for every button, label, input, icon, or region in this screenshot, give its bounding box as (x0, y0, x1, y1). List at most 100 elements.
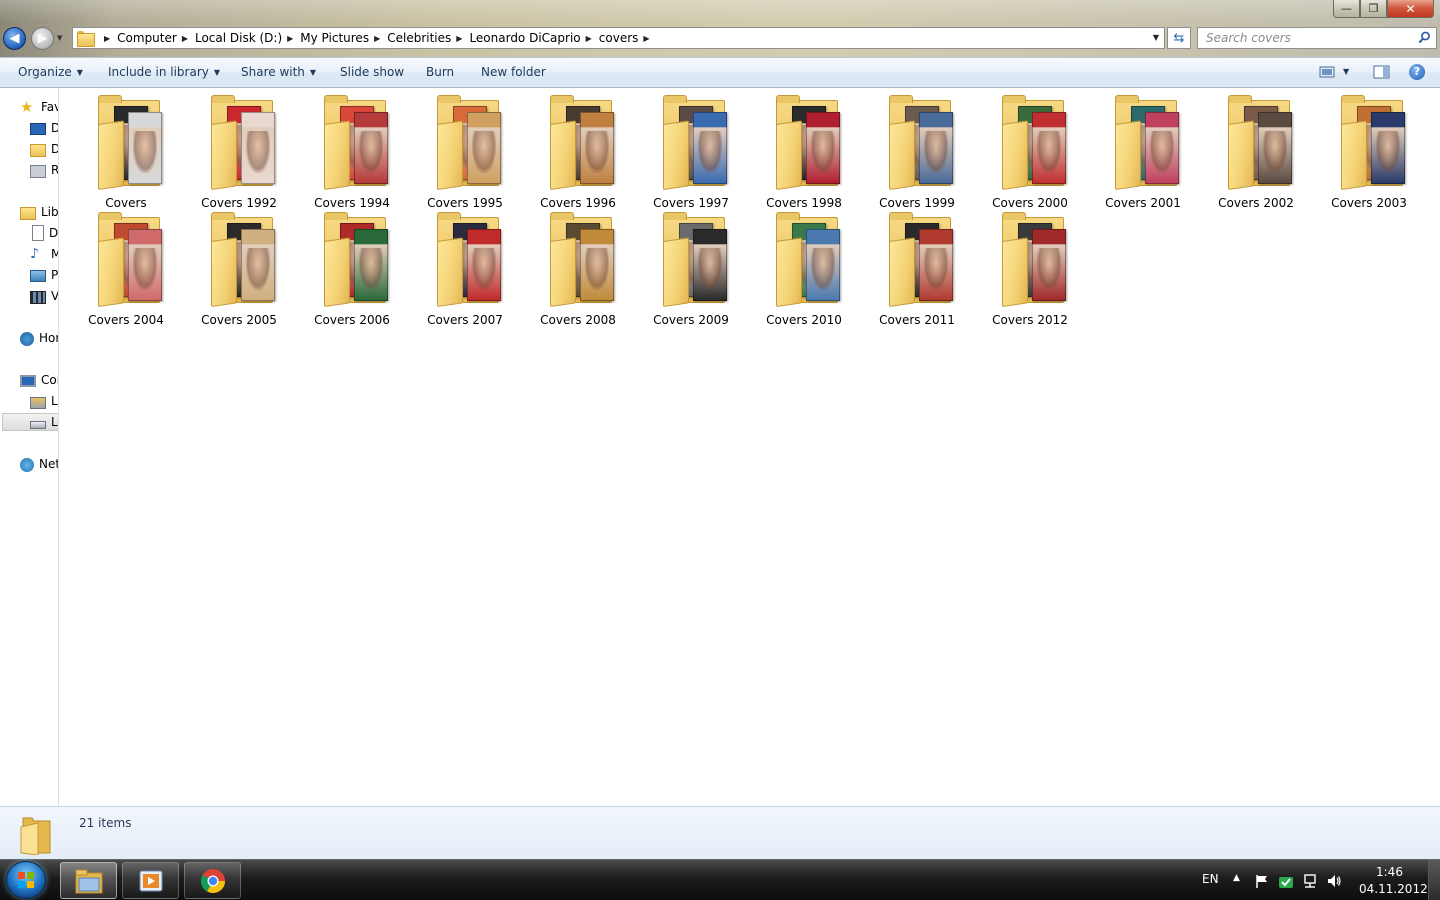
folder-icon (548, 212, 620, 311)
breadcrumb-separator-icon[interactable]: ▶ (586, 34, 592, 43)
show-desktop-button[interactable] (1428, 860, 1440, 900)
folder-item[interactable]: Covers 1997 (637, 92, 745, 210)
taskbar-media-player-button[interactable] (122, 862, 179, 899)
folder-item[interactable]: Covers 1994 (298, 92, 406, 210)
search-input[interactable]: Search covers (1197, 27, 1437, 49)
search-placeholder: Search covers (1206, 31, 1291, 45)
folder-icon (209, 95, 281, 194)
breadcrumb-celebrities[interactable]: Celebrities (387, 31, 451, 45)
nav-pictures[interactable]: Pictures (30, 266, 58, 284)
nav-downloads[interactable]: Downloads (30, 140, 58, 158)
taskbar: EN ▲ 1:46 04.11.2012 (0, 859, 1440, 900)
nav-local-disk-c[interactable]: Local Disk (C:) (30, 392, 58, 410)
nav-favorites[interactable]: ★ Favorites (20, 98, 58, 116)
back-button[interactable]: ◀ (3, 27, 26, 50)
breadcrumb-covers[interactable]: covers (599, 31, 639, 45)
folder-label: Covers 2005 (201, 313, 277, 327)
folder-item[interactable]: Covers (72, 92, 180, 210)
folder-item[interactable]: Covers 2002 (1202, 92, 1310, 210)
breadcrumb-computer[interactable]: Computer (117, 31, 177, 45)
nav-pictures-label: Pictures (51, 268, 58, 282)
nav-desktop[interactable]: Desktop (30, 119, 58, 137)
breadcrumb-leonardo-dicaprio[interactable]: Leonardo DiCaprio (469, 31, 580, 45)
item-count: 21 items (79, 816, 132, 830)
recent-pages-dropdown[interactable]: ▼ (57, 34, 67, 44)
view-options-dropdown[interactable]: ▼ (1343, 67, 1349, 76)
taskbar-explorer-button[interactable] (60, 862, 117, 899)
action-center-flag-icon[interactable] (1254, 873, 1270, 889)
forward-button[interactable]: ▶ (31, 27, 54, 50)
folder-item[interactable]: Covers 2010 (750, 209, 858, 327)
drive-icon (30, 420, 46, 429)
address-history-dropdown[interactable]: ▼ (1153, 33, 1159, 42)
desktop-icon (30, 123, 46, 135)
folder-item[interactable]: Covers 2001 (1089, 92, 1197, 210)
network-icon (20, 457, 34, 472)
folder-item[interactable]: Covers 2003 (1315, 92, 1423, 210)
details-pane: 21 items (0, 806, 1440, 859)
folder-icon (548, 95, 620, 194)
folder-icon (1113, 95, 1185, 194)
breadcrumb-separator-icon[interactable]: ▶ (287, 34, 293, 43)
breadcrumb-separator-icon[interactable]: ▶ (643, 34, 649, 43)
change-view-icon[interactable] (1319, 64, 1335, 80)
breadcrumb-local-disk-d[interactable]: Local Disk (D:) (195, 31, 282, 45)
new-folder-button[interactable]: New folder (481, 65, 546, 79)
folder-label: Covers 1994 (314, 196, 390, 210)
breadcrumb-separator-icon[interactable]: ▶ (182, 34, 188, 43)
folder-label: Covers 2012 (992, 313, 1068, 327)
folder-item[interactable]: Covers 2011 (863, 209, 971, 327)
include-in-library-button[interactable]: Include in library ▼ (108, 65, 220, 79)
nav-documents[interactable]: Documents (30, 224, 58, 242)
folder-item[interactable]: Covers 1995 (411, 92, 519, 210)
breadcrumb-separator-icon[interactable]: ▶ (104, 34, 110, 43)
folder-icon (887, 212, 959, 311)
network-status-icon[interactable] (1302, 873, 1318, 889)
folder-item[interactable]: Covers 2000 (976, 92, 1084, 210)
volume-icon[interactable] (1326, 873, 1342, 889)
folder-item[interactable]: Covers 1992 (185, 92, 293, 210)
clock-time[interactable]: 1:46 (1376, 865, 1403, 879)
folder-item[interactable]: Covers 1999 (863, 92, 971, 210)
sync-status-icon[interactable] (1278, 873, 1294, 889)
nav-network[interactable]: Network (20, 455, 58, 473)
folder-item[interactable]: Covers 2008 (524, 209, 632, 327)
chevron-down-icon: ▼ (57, 34, 63, 42)
folder-item[interactable]: Covers 1996 (524, 92, 632, 210)
folder-item[interactable]: Covers 2006 (298, 209, 406, 327)
organize-button[interactable]: Organize ▼ (18, 65, 83, 79)
folder-item[interactable]: Covers 2007 (411, 209, 519, 327)
nav-recent-places[interactable]: Recent Places (30, 161, 58, 179)
minimize-button[interactable]: — (1333, 0, 1360, 18)
slide-show-button[interactable]: Slide show (340, 65, 404, 79)
search-icon[interactable] (1418, 31, 1431, 44)
address-bar[interactable]: ▶ Computer ▶ Local Disk (D:) ▶ My Pictur… (72, 27, 1165, 49)
breadcrumb-separator-icon[interactable]: ▶ (456, 34, 462, 43)
breadcrumb-my-pictures[interactable]: My Pictures (300, 31, 369, 45)
breadcrumb-separator-icon[interactable]: ▶ (374, 34, 380, 43)
show-hidden-icons-button[interactable]: ▲ (1233, 873, 1240, 883)
folder-item[interactable]: Covers 2005 (185, 209, 293, 327)
preview-pane-icon[interactable] (1373, 64, 1390, 80)
start-button[interactable] (6, 861, 46, 899)
file-list[interactable]: Covers Covers 1992 Covers 1994 Covers 1995 C… (60, 88, 1440, 806)
language-indicator[interactable]: EN (1202, 872, 1219, 886)
help-button[interactable]: ? (1409, 64, 1425, 80)
burn-button[interactable]: Burn (426, 65, 454, 79)
nav-computer[interactable]: Computer (20, 371, 58, 389)
nav-videos[interactable]: Videos (30, 287, 58, 305)
nav-local-disk-d[interactable]: Local Disk (D:) (2, 413, 58, 431)
refresh-button[interactable]: ⇆ (1167, 27, 1191, 49)
folder-item[interactable]: Covers 2004 (72, 209, 180, 327)
nav-homegroup[interactable]: Homegroup (20, 329, 58, 347)
folder-item[interactable]: Covers 1998 (750, 92, 858, 210)
nav-libraries[interactable]: Libraries (20, 203, 58, 221)
taskbar-chrome-button[interactable] (184, 862, 241, 899)
close-button[interactable]: ✕ (1387, 0, 1434, 18)
nav-music[interactable]: ♪ Music (30, 245, 58, 263)
maximize-button[interactable]: ❐ (1360, 0, 1387, 18)
clock-date[interactable]: 04.11.2012 (1359, 882, 1428, 896)
folder-item[interactable]: Covers 2012 (976, 209, 1084, 327)
share-with-button[interactable]: Share with ▼ (241, 65, 316, 79)
folder-item[interactable]: Covers 2009 (637, 209, 745, 327)
